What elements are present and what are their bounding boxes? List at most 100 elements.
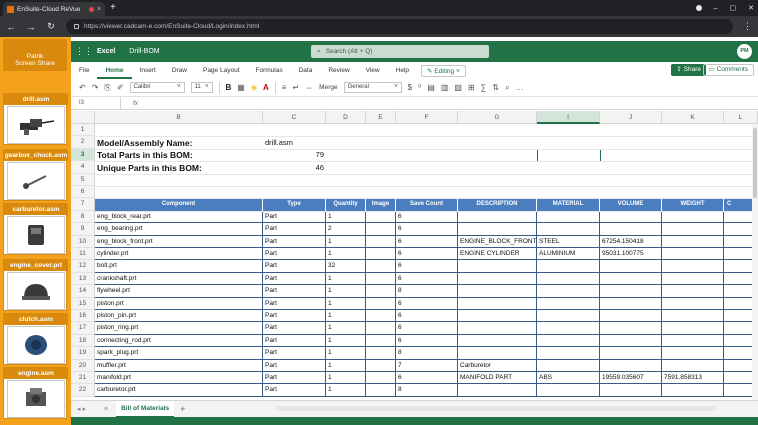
bom-cell-description[interactable]: ENGINE CYLINDER — [458, 248, 537, 261]
document-name[interactable]: Drill-BOM — [129, 48, 159, 55]
bom-header-image[interactable]: Image — [366, 198, 396, 211]
row-header[interactable]: 19 — [71, 347, 95, 360]
row-header[interactable]: 4 — [71, 161, 95, 174]
bom-header-material[interactable]: MATERIAL — [537, 198, 600, 211]
add-sheet-button[interactable]: + — [180, 404, 185, 414]
name-box[interactable]: I3 — [71, 96, 121, 110]
bom-cell-image[interactable] — [366, 223, 396, 236]
bom-cell-type[interactable]: Part — [263, 359, 326, 372]
bom-cell-image[interactable] — [366, 210, 396, 224]
maximize-button[interactable]: ▢ — [730, 4, 737, 12]
bom-cell-quantity[interactable]: 1 — [326, 297, 366, 310]
bom-cell-type[interactable]: Part — [263, 372, 326, 385]
bom-cell-image[interactable] — [366, 347, 396, 360]
sheet-nav-icon[interactable]: ◂ ▸ — [77, 405, 86, 413]
bom-cell-description[interactable] — [458, 285, 537, 298]
bom-cell-type[interactable]: Part — [263, 347, 326, 360]
back-icon[interactable]: ← — [6, 22, 16, 32]
bom-cell-description[interactable] — [458, 272, 537, 286]
share-button[interactable]: ⇪ Share — [671, 64, 706, 76]
bom-cell-save-count[interactable]: 6 — [396, 372, 458, 385]
bom-cell-weight[interactable] — [662, 272, 724, 286]
bom-cell-image[interactable] — [366, 248, 396, 261]
bom-cell-material[interactable] — [537, 347, 600, 360]
row-header[interactable]: 6 — [71, 186, 95, 199]
bom-cell-weight[interactable] — [662, 334, 724, 348]
number-format-dropdown[interactable]: General ˅ — [343, 82, 402, 93]
bom-cell-save-count[interactable]: 8 — [396, 285, 458, 298]
bom-cell-component[interactable]: bolt.prt — [95, 260, 263, 273]
bom-cell-description[interactable]: ENGINE_BLOCK_FRONT — [458, 235, 537, 248]
bom-cell-type[interactable]: Part — [263, 260, 326, 273]
bom-cell-material[interactable]: ALUMINIUM — [537, 248, 600, 261]
bom-cell-weight[interactable] — [662, 210, 724, 224]
bom-cell-weight[interactable] — [662, 285, 724, 298]
bom-cell-save-count[interactable]: 6 — [396, 272, 458, 286]
bom-cell-component[interactable]: cylinder.prt — [95, 248, 263, 261]
bom-cell-quantity[interactable]: 2 — [326, 223, 366, 236]
row-header[interactable]: 20 — [71, 359, 95, 372]
bom-cell-weight[interactable] — [662, 260, 724, 273]
bom-cell-material[interactable] — [537, 322, 600, 335]
tab-view[interactable]: View — [358, 62, 388, 79]
bom-cell-description[interactable] — [458, 384, 537, 397]
bom-cell-quantity[interactable]: 1 — [326, 285, 366, 298]
bom-cell-quantity[interactable]: 1 — [326, 334, 366, 348]
font-name-dropdown[interactable]: Calibri ˅ — [129, 82, 185, 93]
bom-cell-material[interactable] — [537, 260, 600, 273]
sort-filter-icon[interactable]: ⇅ — [492, 83, 499, 92]
undo-icon[interactable]: ↶ — [79, 83, 86, 92]
bom-cell-type[interactable]: Part — [263, 272, 326, 286]
bom-cell-volume[interactable] — [600, 322, 662, 335]
align-icon[interactable]: ≡ — [282, 83, 287, 92]
browser-menu-icon[interactable]: ⋮ — [743, 21, 752, 32]
bom-cell-weight[interactable] — [662, 297, 724, 310]
screen-share-panel[interactable]: Patrik Screen Share — [3, 39, 67, 71]
bom-cell-image[interactable] — [366, 384, 396, 397]
merge-label[interactable]: Merge — [319, 84, 337, 91]
tab-insert[interactable]: Insert — [132, 62, 164, 79]
bom-cell-component[interactable]: crankshaft.prt — [95, 272, 263, 286]
bom-cell-image[interactable] — [366, 260, 396, 273]
new-tab-button[interactable]: + — [110, 2, 116, 14]
excel-app-name[interactable]: Excel — [97, 48, 115, 55]
bom-cell-material[interactable]: STEEL — [537, 235, 600, 248]
row-header[interactable]: 7 — [71, 198, 95, 211]
bom-cell-quantity[interactable]: 1 — [326, 347, 366, 360]
bom-cell-image[interactable] — [366, 297, 396, 310]
sheet-tab-bill-of-materials[interactable]: Bill of Materials — [116, 400, 175, 418]
find-icon[interactable]: ⌕ — [505, 83, 509, 93]
bom-cell-image[interactable] — [366, 285, 396, 298]
bom-cell-save-count[interactable]: 6 — [396, 334, 458, 348]
column-header-k[interactable]: K — [662, 111, 724, 124]
row-header[interactable]: 10 — [71, 235, 95, 248]
clipboard-icon[interactable]: ⎘ — [104, 83, 110, 93]
bom-header-component[interactable]: Component — [95, 198, 263, 211]
bom-cell-quantity[interactable]: 32 — [326, 260, 366, 273]
tab-home[interactable]: Home — [97, 62, 132, 79]
bom-cell-volume[interactable] — [600, 310, 662, 323]
bom-cell-save-count[interactable]: 6 — [396, 210, 458, 224]
bom-cell-material[interactable] — [537, 334, 600, 348]
bom-cell-save-count[interactable]: 8 — [396, 384, 458, 397]
row-header[interactable]: 13 — [71, 272, 95, 286]
bom-cell-material[interactable] — [537, 272, 600, 286]
bom-cell-weight[interactable] — [662, 322, 724, 335]
bom-cell-type[interactable]: Part — [263, 285, 326, 298]
column-header-c[interactable]: C — [263, 111, 326, 124]
row-header[interactable]: 15 — [71, 297, 95, 310]
more-options-icon[interactable]: … — [516, 83, 524, 92]
cell-styles-icon[interactable]: ▧ — [454, 83, 462, 92]
bom-cell-image[interactable] — [366, 235, 396, 248]
bom-cell-component[interactable]: spark_plug.prt — [95, 347, 263, 360]
vertical-scrollbar[interactable] — [752, 124, 758, 400]
bom-cell-description[interactable] — [458, 210, 537, 224]
bom-cell-volume[interactable] — [600, 285, 662, 298]
bom-cell-description[interactable] — [458, 223, 537, 236]
row-header[interactable]: 17 — [71, 322, 95, 335]
profile-icon[interactable] — [695, 5, 702, 11]
bom-cell-quantity[interactable]: 1 — [326, 372, 366, 385]
address-bar[interactable]: https://viewer.cadcam-e.com/EnSuite-Clou… — [66, 19, 733, 34]
bom-cell-weight[interactable] — [662, 359, 724, 372]
browser-tab[interactable]: EnSuite-Cloud ReVue × — [3, 2, 105, 16]
